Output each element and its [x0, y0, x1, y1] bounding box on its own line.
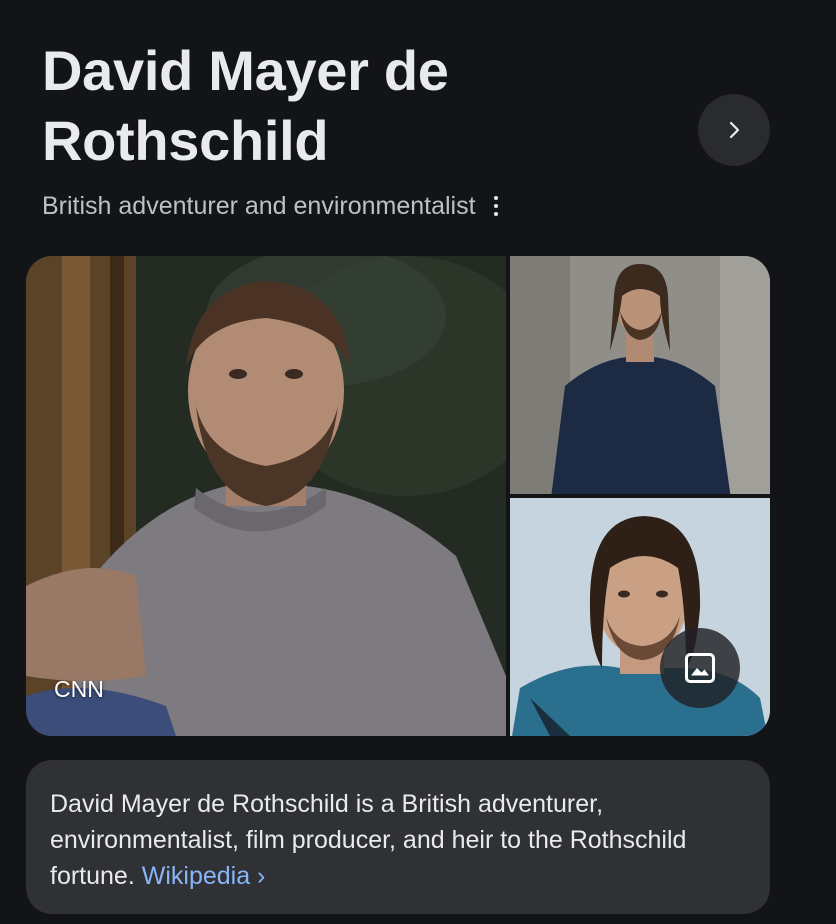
portrait-photo [26, 256, 506, 736]
entity-subtitle: British adventurer and environmentalist [42, 191, 476, 220]
more-options-button[interactable] [488, 191, 504, 221]
image-gallery: CNN [26, 256, 770, 736]
secondary-image-bottom[interactable] [510, 498, 770, 736]
wikipedia-link[interactable]: Wikipedia › [142, 862, 266, 890]
subtitle-row: British adventurer and environmentalist [42, 188, 504, 224]
entity-title: David Mayer de Rothschild [42, 39, 449, 172]
image-source-label: CNN [54, 676, 104, 702]
secondary-image-top[interactable] [510, 256, 770, 494]
outdoor-portrait-photo [510, 498, 770, 736]
chevron-right-icon [729, 121, 740, 139]
description-card: David Mayer de Rothschild is a British a… [26, 760, 770, 914]
knowledge-panel: David Mayer de Rothschild British advent… [0, 0, 836, 924]
more-images-button[interactable] [660, 628, 740, 708]
description-text: David Mayer de Rothschild is a British a… [50, 786, 746, 894]
more-vert-icon [493, 196, 498, 200]
wall-portrait-photo [510, 256, 770, 494]
main-portrait-image[interactable]: CNN [26, 256, 506, 736]
next-button[interactable] [698, 94, 770, 166]
image-icon [685, 653, 715, 683]
